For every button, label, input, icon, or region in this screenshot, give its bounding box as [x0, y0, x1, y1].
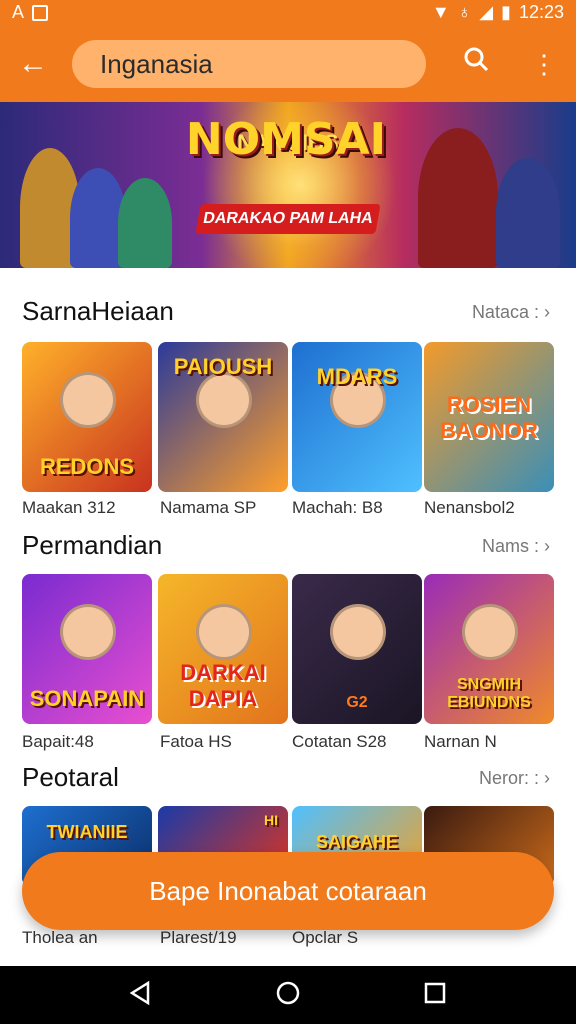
game-caption: Narnan N — [424, 732, 497, 751]
game-tile[interactable]: REDONS — [22, 342, 152, 492]
app-notification-icon: A — [12, 2, 25, 22]
featured-banner[interactable]: NANGIBS NOMSAI DARAKAO PAM LAHA — [0, 102, 576, 268]
status-bar: A ▼ ♁ ◢ ▮ 12:23 — [0, 0, 576, 26]
search-icon[interactable] — [456, 44, 496, 84]
game-caption: Machah: B8 — [292, 498, 383, 517]
system-nav-bar — [0, 966, 576, 1024]
character-art — [60, 604, 116, 660]
game-caption: Maakan 312 — [22, 498, 116, 517]
see-more-link[interactable]: Neror: : › — [479, 768, 550, 789]
game-caption: Cotatan S28 — [292, 732, 387, 751]
square-notification-icon — [32, 4, 49, 21]
chevron-right-icon: › — [544, 536, 550, 556]
character-art — [196, 604, 252, 660]
back-arrow-icon[interactable]: ← — [18, 46, 54, 82]
chevron-right-icon: › — [544, 302, 550, 322]
banner-character — [418, 128, 498, 268]
wifi-icon: ▼ — [431, 2, 450, 22]
section-title: SarnaHeiaan — [22, 296, 174, 326]
nav-back-icon[interactable] — [126, 980, 156, 1010]
game-tile[interactable]: ROSIEN BAONOR — [424, 342, 554, 492]
game-tile[interactable]: G2 — [292, 574, 422, 724]
nav-home-icon[interactable] — [273, 980, 303, 1010]
game-caption: Tholea an — [22, 928, 98, 947]
game-tile[interactable]: MDARS — [292, 342, 422, 492]
signal-icon: ◢ — [479, 2, 494, 22]
more-options-icon[interactable]: ⋮ — [524, 44, 564, 84]
game-caption: Fatoa HS — [160, 732, 232, 751]
character-art — [462, 604, 518, 660]
banner-title: NOMSAI — [185, 114, 387, 165]
game-caption: Nenansbol2 — [424, 498, 515, 517]
game-tile[interactable]: DARKAI DAPIA — [158, 574, 288, 724]
banner-subtitle: DARAKAO PAM LAHA — [195, 204, 381, 234]
see-more-link[interactable]: Nataca : › — [472, 302, 550, 323]
game-tile[interactable]: SNGMIH EBIUNDNS — [424, 574, 554, 724]
game-caption: Plarest/19 — [160, 928, 237, 947]
chevron-right-icon: › — [544, 768, 550, 788]
search-field[interactable]: Inganasia — [72, 40, 426, 88]
clock: 12:23 — [518, 2, 564, 22]
primary-action-button[interactable]: Bape Inonabat cotaraan — [22, 852, 554, 930]
character-art — [60, 372, 116, 428]
character-art — [196, 372, 252, 428]
banner-character — [118, 178, 172, 268]
app-bar: ← Inganasia ⋮ — [0, 26, 576, 102]
character-art — [330, 604, 386, 660]
banner-character — [496, 158, 560, 268]
bluetooth-icon: ♁ — [457, 2, 472, 22]
game-caption: Bapait:48 — [22, 732, 94, 751]
section-title: Permandian — [22, 530, 163, 560]
game-tile[interactable]: PAIOUSH — [158, 342, 288, 492]
game-caption: Namama SP — [160, 498, 257, 517]
game-caption: Opclar S — [292, 928, 359, 947]
game-tile[interactable]: SONAPAIN — [22, 574, 152, 724]
battery-icon: ▮ — [501, 2, 511, 22]
see-more-link[interactable]: Nams : › — [482, 536, 550, 557]
section-title: Peotaral — [22, 762, 119, 792]
nav-recents-icon[interactable] — [420, 980, 450, 1010]
